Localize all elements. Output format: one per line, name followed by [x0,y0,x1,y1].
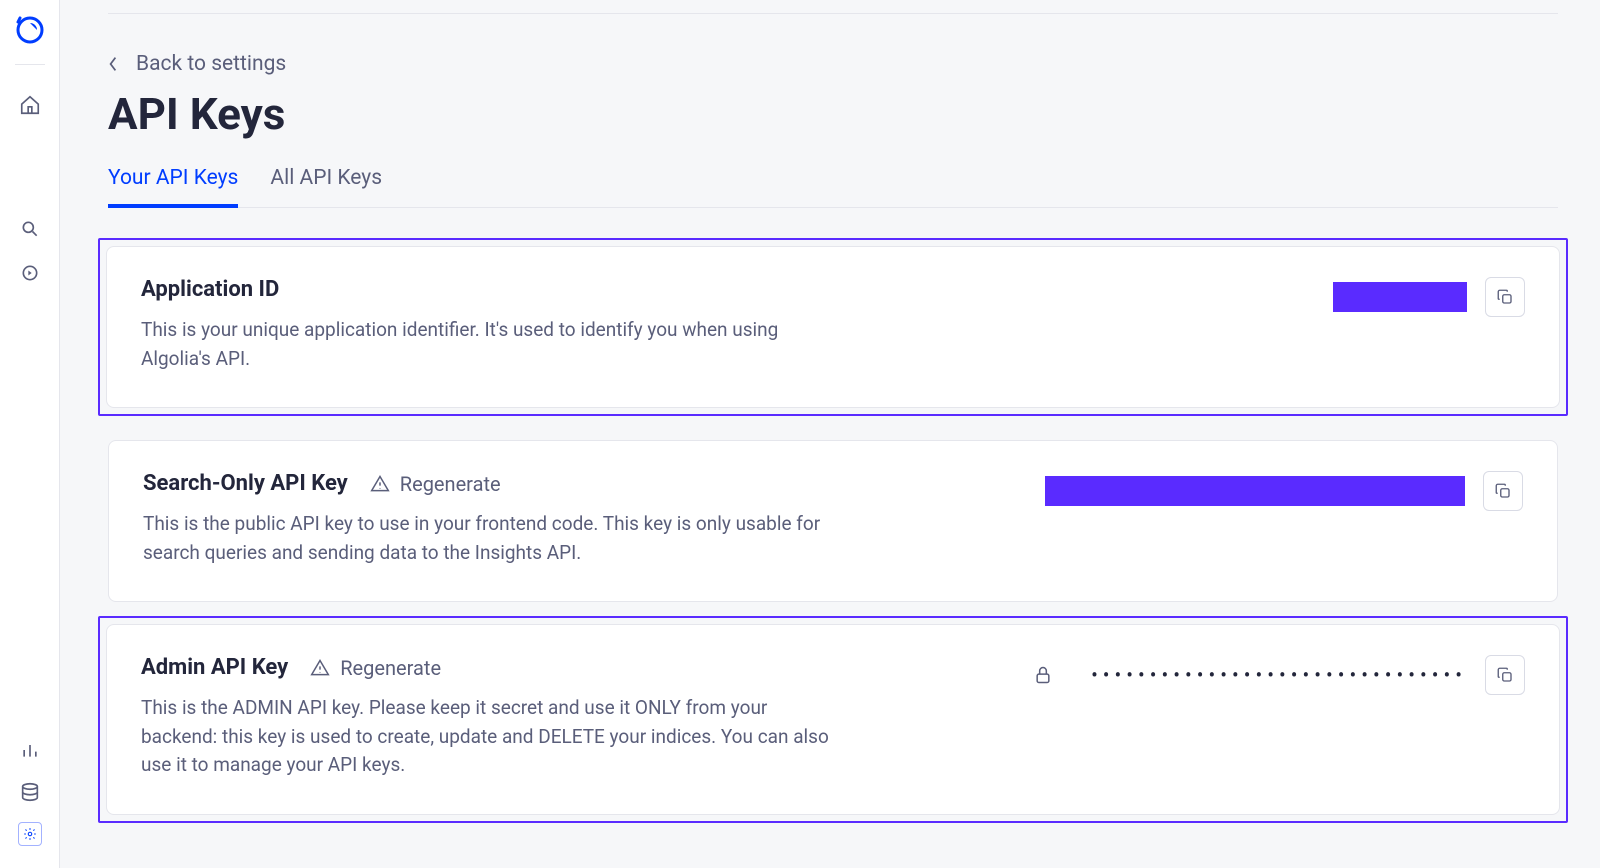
regenerate-search-key-button[interactable]: Regenerate [370,472,501,496]
home-icon[interactable] [18,93,42,117]
sidebar [0,0,60,868]
regenerate-admin-key-button[interactable]: Regenerate [310,656,441,680]
regenerate-label: Regenerate [400,472,501,496]
database-icon[interactable] [18,780,42,804]
search-only-section: Search-Only API Key Regenerate This is t… [108,440,1558,602]
admin-key-desc: This is the ADMIN API key. Please keep i… [141,694,841,780]
logo-icon [14,14,46,46]
search-icon[interactable] [18,217,42,241]
analytics-icon[interactable] [18,738,42,762]
admin-key-masked-value: •••••••••••••••••••••••••••••••• [1091,663,1467,687]
search-key-value-redacted [1045,476,1465,506]
application-id-value-redacted [1333,282,1467,312]
sidebar-divider [15,64,45,65]
back-to-settings-link[interactable]: Back to settings [108,52,1558,76]
search-only-desc: This is the public API key to use in you… [143,510,843,567]
application-id-title: Application ID [141,277,279,302]
tab-your-api-keys[interactable]: Your API Keys [108,166,238,208]
admin-key-section: Admin API Key Regenerate This is the ADM… [98,616,1568,823]
recommend-icon[interactable] [18,261,42,285]
top-border [108,0,1558,14]
copy-application-id-button[interactable] [1485,277,1525,317]
copy-admin-key-button[interactable] [1485,655,1525,695]
warning-icon [370,474,390,494]
back-label: Back to settings [136,52,286,76]
tabs: Your API Keys All API Keys [108,166,1558,208]
application-id-section: Application ID This is your unique appli… [98,238,1568,416]
lock-icon [1033,665,1053,685]
settings-icon[interactable] [18,822,42,846]
warning-icon [310,658,330,678]
main-content: Back to settings API Keys Your API Keys … [60,0,1600,868]
regenerate-label: Regenerate [340,656,441,680]
tab-all-api-keys[interactable]: All API Keys [270,166,382,208]
application-id-desc: This is your unique application identifi… [141,316,841,373]
admin-key-title: Admin API Key [141,655,288,680]
chevron-left-icon [108,57,122,71]
copy-search-key-button[interactable] [1483,471,1523,511]
search-only-title: Search-Only API Key [143,471,348,496]
page-title: API Keys [108,88,1558,140]
